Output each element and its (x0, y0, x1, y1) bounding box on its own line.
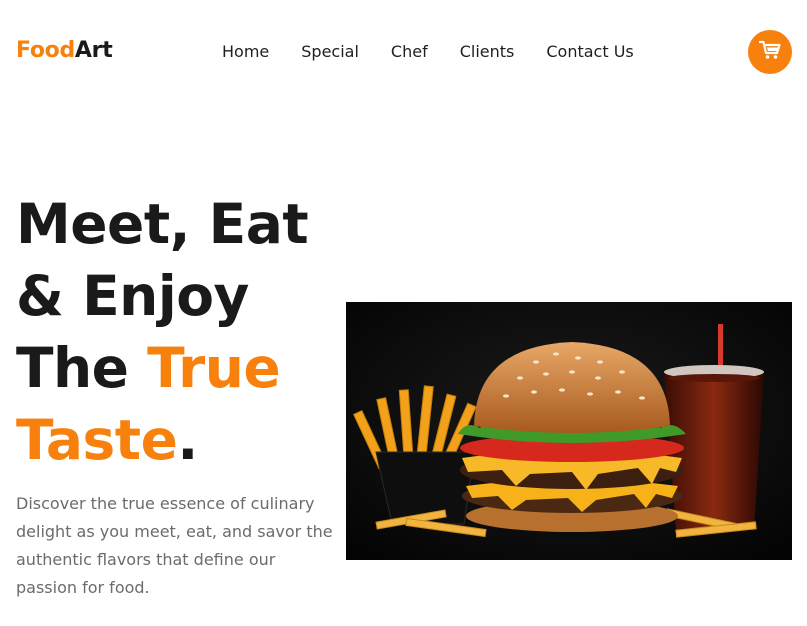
hero-highlight-taste: Taste (16, 408, 178, 472)
main-nav: Home Special Chef Clients Contact Us (222, 42, 634, 61)
hero-line-3-text: The (16, 336, 148, 400)
cart-icon (758, 40, 781, 64)
site-header: FoodArt Home Special Chef Clients Contac… (0, 0, 807, 104)
logo[interactable]: FoodArt (16, 38, 113, 63)
nav-chef[interactable]: Chef (391, 42, 428, 61)
nav-clients[interactable]: Clients (460, 42, 515, 61)
hero-description: Discover the true essence of culinary de… (16, 494, 333, 597)
nav-special[interactable]: Special (301, 42, 359, 61)
hero-highlight-true: True (147, 336, 281, 400)
cart-button[interactable] (748, 30, 792, 74)
hero-burger-image (346, 302, 792, 560)
nav-home[interactable]: Home (222, 42, 269, 61)
hero-line-4: Taste. (16, 404, 308, 476)
logo-food: Food (16, 38, 75, 63)
hero-line-2: & Enjoy (16, 264, 249, 328)
logo-art: Art (74, 38, 113, 63)
hero-line-3: The True (16, 332, 308, 404)
hero-title: Meet, Eat & Enjoy The True Taste. (16, 188, 309, 476)
nav-contact-us[interactable]: Contact Us (546, 42, 633, 61)
hero-period: . (177, 408, 198, 472)
hero-line-1: Meet, Eat (16, 192, 309, 256)
